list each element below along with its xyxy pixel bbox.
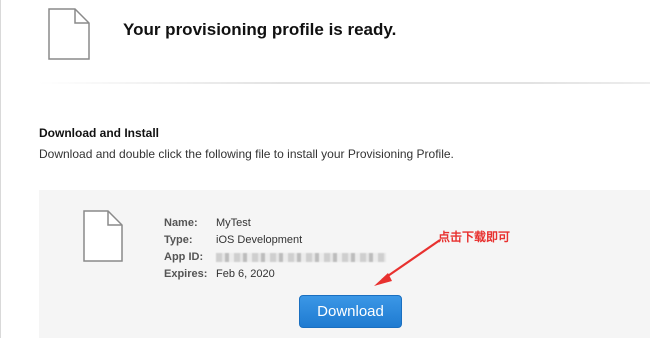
profile-appid-row: App ID: [164, 249, 386, 266]
page-title: Your provisioning profile is ready. [123, 20, 397, 39]
profile-panel: Name: MyTest Type: iOS Development App I… [39, 190, 650, 338]
profile-expires-row: Expires: Feb 6, 2020 [164, 266, 386, 283]
section-heading: Download and Install [39, 126, 160, 140]
profile-name-value: MyTest [216, 217, 251, 229]
annotation-label: 点击下载即可 [438, 230, 511, 244]
left-border [0, 0, 1, 338]
annotation-arrow-icon [374, 239, 441, 286]
profile-details: Name: MyTest Type: iOS Development App I… [164, 215, 386, 283]
profile-type-row: Type: iOS Development [164, 232, 386, 249]
profile-type-value: iOS Development [216, 234, 303, 246]
redacted-app-id [216, 253, 386, 262]
field-label: App ID: [164, 251, 204, 263]
profile-expires-value: Feb 6, 2020 [216, 268, 275, 280]
field-label: Type: [164, 234, 193, 246]
document-icon [48, 8, 90, 65]
profile-name-row: Name: MyTest [164, 215, 386, 232]
page-header: Your provisioning profile is ready. [38, 0, 650, 82]
section-description: Download and double click the following … [39, 147, 454, 161]
download-button[interactable]: Download [299, 295, 402, 328]
field-label: Expires: [164, 268, 208, 280]
divider [38, 82, 650, 84]
field-label: Name: [164, 217, 198, 229]
document-icon [83, 210, 123, 267]
